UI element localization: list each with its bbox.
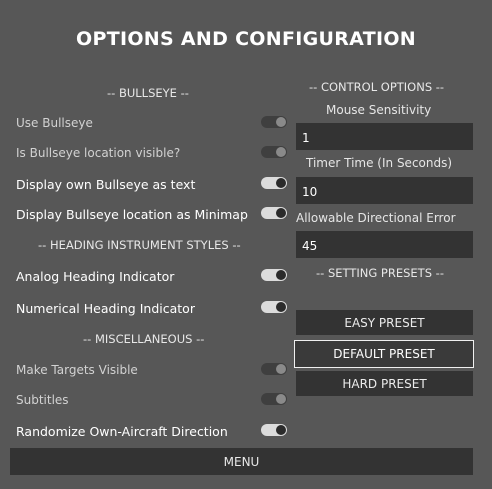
analog-heading-toggle[interactable] xyxy=(261,269,287,281)
bullseye-visible-toggle[interactable] xyxy=(261,146,287,158)
randomize-direction-toggle[interactable] xyxy=(261,424,287,436)
heading-section-header: -- HEADING INSTRUMENT STYLES -- xyxy=(38,238,241,252)
subtitles-toggle[interactable] xyxy=(261,393,287,405)
use-bullseye-toggle[interactable] xyxy=(261,116,287,128)
timer-time-label: Timer Time (In Seconds) xyxy=(306,156,453,170)
toggle-knob xyxy=(276,394,286,404)
mouse-sensitivity-label: Mouse Sensitivity xyxy=(326,103,432,117)
analog-heading-label: Analog Heading Indicator xyxy=(16,269,175,284)
mouse-sensitivity-input[interactable]: 1 xyxy=(296,123,473,150)
bullseye-minimap-toggle[interactable] xyxy=(261,207,287,219)
timer-time-input[interactable]: 10 xyxy=(296,177,473,204)
hard-preset-button[interactable]: HARD PRESET xyxy=(296,371,473,396)
directional-error-label: Allowable Directional Error xyxy=(296,211,456,225)
toggle-knob xyxy=(276,147,286,157)
page-title: OPTIONS AND CONFIGURATION xyxy=(76,28,416,50)
control-section-header: -- CONTROL OPTIONS -- xyxy=(309,80,445,94)
targets-visible-label: Make Targets Visible xyxy=(16,363,138,377)
misc-section-header: -- MISCELLANEOUS -- xyxy=(83,332,205,346)
bullseye-minimap-label: Display Bullseye location as Minimap xyxy=(16,207,248,222)
randomize-direction-label: Randomize Own-Aircraft Direction xyxy=(16,424,228,439)
bullseye-visible-label: Is Bullseye location visible? xyxy=(16,146,181,160)
subtitles-label: Subtitles xyxy=(16,393,69,407)
numerical-heading-toggle[interactable] xyxy=(261,301,287,313)
directional-error-input[interactable]: 45 xyxy=(296,231,473,258)
toggle-knob xyxy=(276,364,286,374)
toggle-knob xyxy=(276,270,286,280)
toggle-knob xyxy=(276,178,286,188)
toggle-knob xyxy=(276,302,286,312)
bullseye-section-header: -- BULLSEYE -- xyxy=(107,86,189,100)
targets-visible-toggle[interactable] xyxy=(261,363,287,375)
menu-button[interactable]: MENU xyxy=(10,448,473,475)
bullseye-text-toggle[interactable] xyxy=(261,177,287,189)
default-preset-button[interactable]: DEFAULT PRESET xyxy=(294,340,474,368)
toggle-knob xyxy=(276,117,286,127)
easy-preset-button[interactable]: EASY PRESET xyxy=(296,310,473,335)
bullseye-text-label: Display own Bullseye as text xyxy=(16,177,196,192)
presets-section-header: -- SETTING PRESETS -- xyxy=(316,266,444,280)
toggle-knob xyxy=(276,425,286,435)
use-bullseye-label: Use Bullseye xyxy=(16,116,93,130)
numerical-heading-label: Numerical Heading Indicator xyxy=(16,301,195,316)
toggle-knob xyxy=(276,208,286,218)
